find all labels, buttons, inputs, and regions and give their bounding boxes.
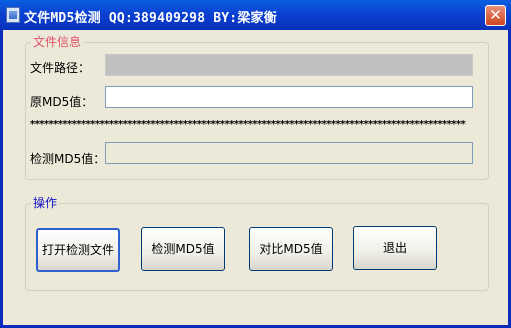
file-path-label: 文件路径：	[30, 61, 91, 75]
close-icon: ✕	[489, 6, 502, 24]
window-title: 文件MD5检测 QQ:389409298 BY:梁家衡	[24, 11, 277, 26]
detected-md5-label: 检测MD5值：	[30, 152, 106, 166]
file-path-field[interactable]	[105, 54, 473, 76]
detected-md5-field[interactable]	[105, 142, 473, 164]
separator-line: ****************************************…	[30, 119, 466, 130]
app-window: 文件MD5检测 QQ:389409298 BY:梁家衡 ✕ 文件信息 文件路径：…	[0, 0, 511, 328]
actions-legend: 操作	[31, 196, 60, 210]
exit-button[interactable]: 退出	[353, 226, 437, 270]
app-icon	[6, 7, 20, 23]
client-area: 文件信息 文件路径： 原MD5值： **********************…	[3, 30, 508, 325]
close-button[interactable]: ✕	[485, 5, 506, 26]
original-md5-label: 原MD5值：	[30, 95, 94, 109]
detect-md5-button[interactable]: 检测MD5值	[141, 227, 225, 271]
open-file-button[interactable]: 打开检测文件	[36, 228, 120, 272]
title-bar[interactable]: 文件MD5检测 QQ:389409298 BY:梁家衡 ✕	[0, 0, 511, 30]
compare-md5-button[interactable]: 对比MD5值	[249, 227, 333, 271]
original-md5-input[interactable]	[105, 86, 473, 108]
file-info-legend: 文件信息	[31, 35, 84, 49]
